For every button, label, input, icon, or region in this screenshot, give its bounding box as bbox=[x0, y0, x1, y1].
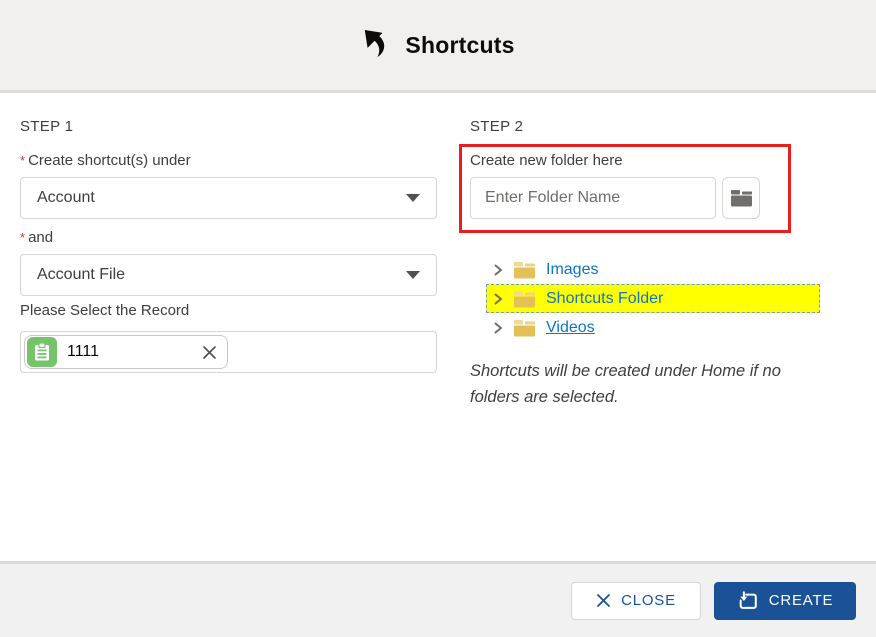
folder-icon bbox=[730, 189, 753, 207]
required-asterisk: * bbox=[20, 153, 25, 168]
record-lookup-field[interactable]: 1111 bbox=[20, 331, 437, 373]
object-select-value: Account bbox=[37, 189, 95, 207]
required-asterisk: * bbox=[20, 230, 25, 245]
remove-record-icon[interactable] bbox=[202, 345, 217, 360]
folder-icon bbox=[513, 319, 536, 337]
record-pill-value: 1111 bbox=[67, 343, 99, 361]
folder-icon bbox=[513, 290, 536, 308]
record-icon bbox=[27, 337, 57, 367]
dialog-header: Shortcuts bbox=[0, 0, 876, 93]
close-button-label: CLOSE bbox=[621, 592, 676, 609]
shortcuts-dialog: Shortcuts STEP 1 *Create shortcut(s) und… bbox=[0, 0, 876, 637]
object-select[interactable]: Account bbox=[20, 177, 437, 219]
tree-item-shortcuts-folder[interactable]: Shortcuts Folder bbox=[486, 284, 820, 313]
chevron-right-icon[interactable] bbox=[493, 264, 503, 276]
chevron-down-icon bbox=[406, 271, 420, 279]
file-select-label: *and bbox=[20, 229, 437, 247]
chevron-right-icon[interactable] bbox=[493, 293, 503, 305]
close-x-icon bbox=[596, 593, 611, 608]
file-select[interactable]: Account File bbox=[20, 254, 437, 296]
step2-heading: STEP 2 bbox=[470, 118, 830, 135]
dialog-footer: CLOSE CREATE bbox=[0, 561, 876, 637]
chevron-right-icon[interactable] bbox=[493, 322, 503, 334]
object-select-label: *Create shortcut(s) under bbox=[20, 152, 437, 170]
tree-item-label[interactable]: Shortcuts Folder bbox=[546, 290, 663, 308]
dialog-title: Shortcuts bbox=[405, 32, 514, 59]
tree-item-label[interactable]: Videos bbox=[546, 319, 595, 337]
create-button-label: CREATE bbox=[769, 592, 834, 609]
chevron-down-icon bbox=[406, 194, 420, 202]
folder-icon bbox=[513, 261, 536, 279]
tree-item-videos[interactable]: Videos bbox=[486, 313, 820, 342]
file-select-value: Account File bbox=[37, 266, 125, 284]
shortcut-arrow-icon bbox=[361, 27, 391, 63]
create-button[interactable]: CREATE bbox=[714, 582, 856, 620]
create-folder-button[interactable] bbox=[722, 177, 760, 219]
create-shortcut-icon bbox=[737, 590, 759, 612]
record-label: Please Select the Record bbox=[20, 302, 437, 320]
tree-item-label[interactable]: Images bbox=[546, 261, 598, 279]
step1-section: STEP 1 *Create shortcut(s) under Account… bbox=[20, 118, 437, 373]
folder-name-input[interactable] bbox=[470, 177, 716, 219]
close-button[interactable]: CLOSE bbox=[571, 582, 701, 620]
folder-tree: Images Shortcuts Folder bbox=[470, 255, 830, 342]
new-folder-label: Create new folder here bbox=[470, 152, 830, 170]
help-note: Shortcuts will be created under Home if … bbox=[470, 358, 818, 410]
tree-item-images[interactable]: Images bbox=[486, 255, 820, 284]
record-pill[interactable]: 1111 bbox=[24, 335, 228, 369]
step2-section: STEP 2 Create new folder here bbox=[470, 118, 830, 410]
step1-heading: STEP 1 bbox=[20, 118, 437, 135]
